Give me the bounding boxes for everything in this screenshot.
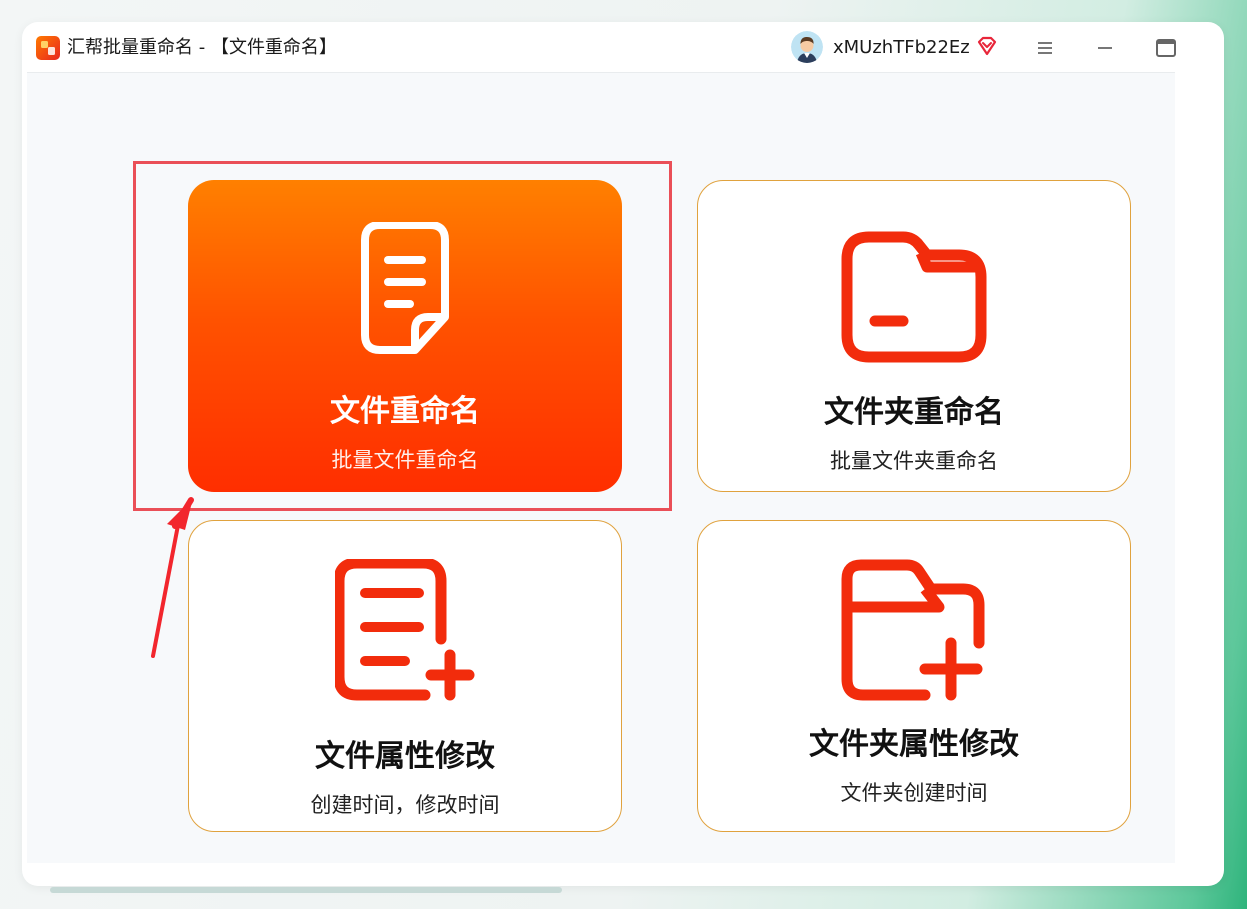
title-bar: 汇帮批量重命名 - 【文件重命名】 xMUzhTFb22Ez [27,24,1176,73]
card-title: 文件夹重命名 [824,395,1004,430]
card-folder-attributes[interactable]: 文件夹属性修改 文件夹创建时间 [697,520,1131,832]
card-file-rename[interactable]: 文件重命名 批量文件重命名 [188,180,622,492]
card-title: 文件夹属性修改 [809,727,1019,762]
document-add-icon [335,559,475,701]
card-subtitle: 批量文件重命名 [331,448,479,472]
folder-icon [841,231,987,363]
card-title: 文件重命名 [330,394,480,429]
card-subtitle: 文件夹创建时间 [840,781,988,805]
card-subtitle: 创建时间，修改时间 [310,793,500,817]
document-icon [361,222,449,354]
app-title: 汇帮批量重命名 - 【文件重命名】 [67,37,337,58]
folder-add-icon [841,559,985,701]
username[interactable]: xMUzhTFb22Ez [833,36,970,60]
card-file-attributes[interactable]: 文件属性修改 创建时间，修改时间 [188,520,622,832]
user-avatar[interactable] [791,31,823,63]
card-subtitle: 批量文件夹重命名 [830,449,998,473]
horizontal-scrollbar[interactable] [50,887,562,893]
card-title: 文件属性修改 [315,739,495,774]
minimize-icon[interactable] [1090,34,1120,62]
maximize-icon[interactable] [1151,34,1181,62]
vip-diamond-icon[interactable] [976,35,998,57]
app-logo-icon [36,36,60,60]
hamburger-menu-icon[interactable] [1030,34,1060,62]
card-folder-rename[interactable]: 文件夹重命名 批量文件夹重命名 [697,180,1131,492]
